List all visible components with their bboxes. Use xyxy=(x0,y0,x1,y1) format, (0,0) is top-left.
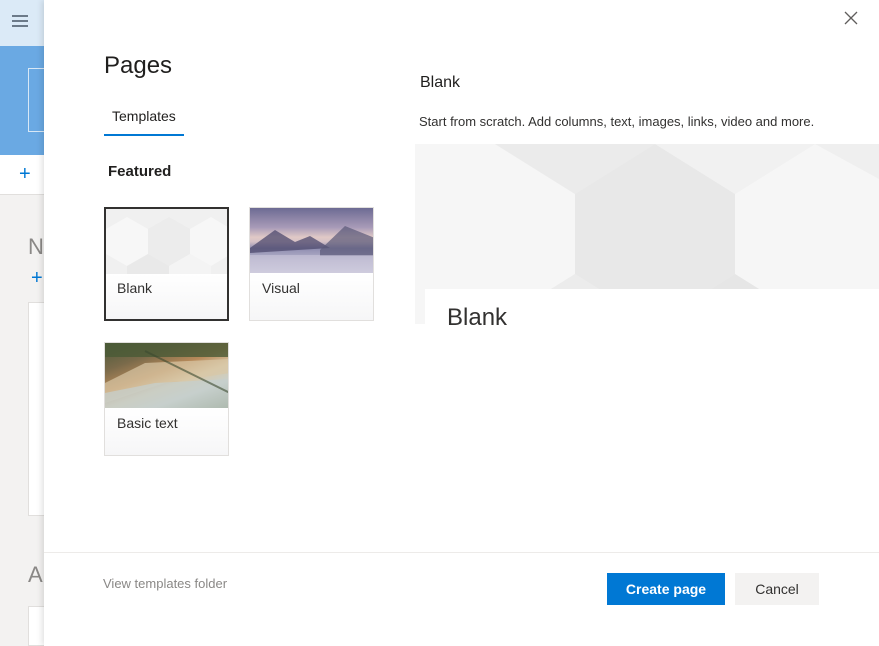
template-thumbnail xyxy=(105,343,228,408)
template-card-visual[interactable]: Visual xyxy=(249,207,374,321)
section-heading-featured: Featured xyxy=(108,163,171,180)
create-page-button[interactable]: Create page xyxy=(607,573,725,605)
background-banner xyxy=(0,46,44,155)
template-thumbnail xyxy=(250,208,373,273)
plus-icon[interactable]: + xyxy=(19,164,31,184)
template-card-basic-text[interactable]: Basic text xyxy=(104,342,229,456)
footer-divider xyxy=(44,552,879,553)
template-card-label: Basic text xyxy=(117,415,178,431)
template-card-label: Blank xyxy=(117,280,152,296)
background-card xyxy=(28,606,44,646)
tab-label: Templates xyxy=(112,108,176,124)
tab-templates[interactable]: Templates xyxy=(104,108,184,136)
close-button[interactable] xyxy=(843,10,859,28)
close-icon xyxy=(843,10,859,26)
plus-icon[interactable]: + xyxy=(31,268,43,288)
preview-page-name: Blank xyxy=(447,304,507,332)
panel-title: Pages xyxy=(104,52,172,80)
background-heading-initial: N xyxy=(28,234,44,260)
background-suite-bar xyxy=(0,0,44,46)
tab-active-indicator xyxy=(104,134,184,136)
background-card xyxy=(28,302,44,516)
background-heading-initial: A xyxy=(28,562,43,588)
template-thumbnail xyxy=(106,209,227,274)
preview-title: Blank xyxy=(420,74,460,92)
preview-description: Start from scratch. Add columns, text, i… xyxy=(419,114,814,129)
cancel-button[interactable]: Cancel xyxy=(735,573,819,605)
template-card-blank[interactable]: Blank xyxy=(104,207,229,321)
hamburger-icon[interactable] xyxy=(12,15,28,29)
background-page: + N + A xyxy=(0,0,44,646)
template-card-label: Visual xyxy=(262,280,300,296)
template-picker-panel: Pages Templates Featured Blank xyxy=(44,0,879,646)
background-banner-box xyxy=(28,68,44,132)
view-templates-folder-link[interactable]: View templates folder xyxy=(103,576,227,591)
